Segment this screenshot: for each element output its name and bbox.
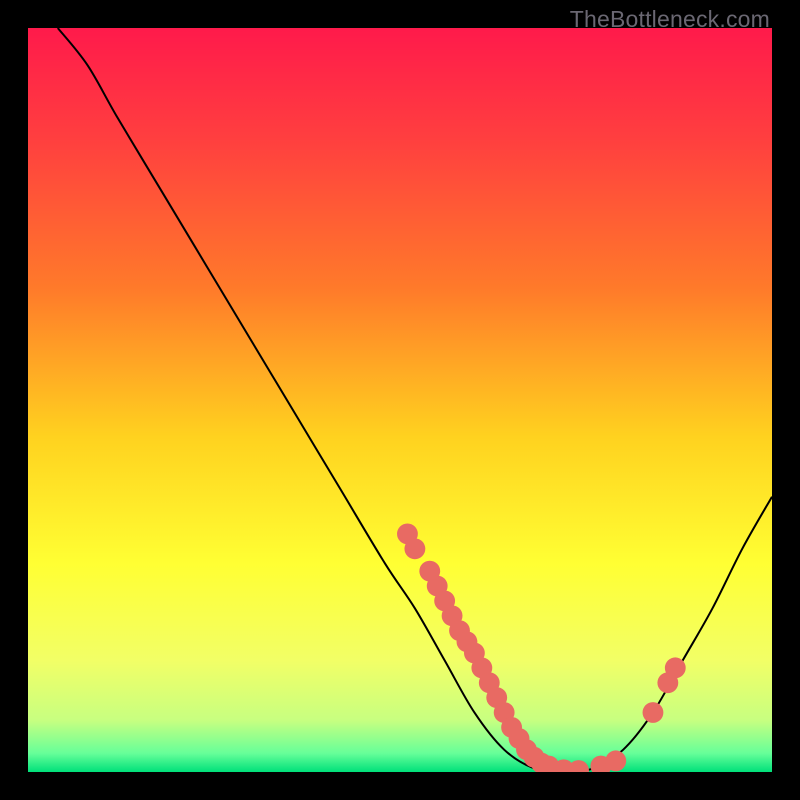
chart-frame <box>28 28 772 772</box>
chart-background <box>28 28 772 772</box>
bottleneck-curve-chart <box>28 28 772 772</box>
curve-marker <box>643 702 664 723</box>
curve-marker <box>665 657 686 678</box>
curve-marker <box>605 750 626 771</box>
curve-marker <box>404 538 425 559</box>
